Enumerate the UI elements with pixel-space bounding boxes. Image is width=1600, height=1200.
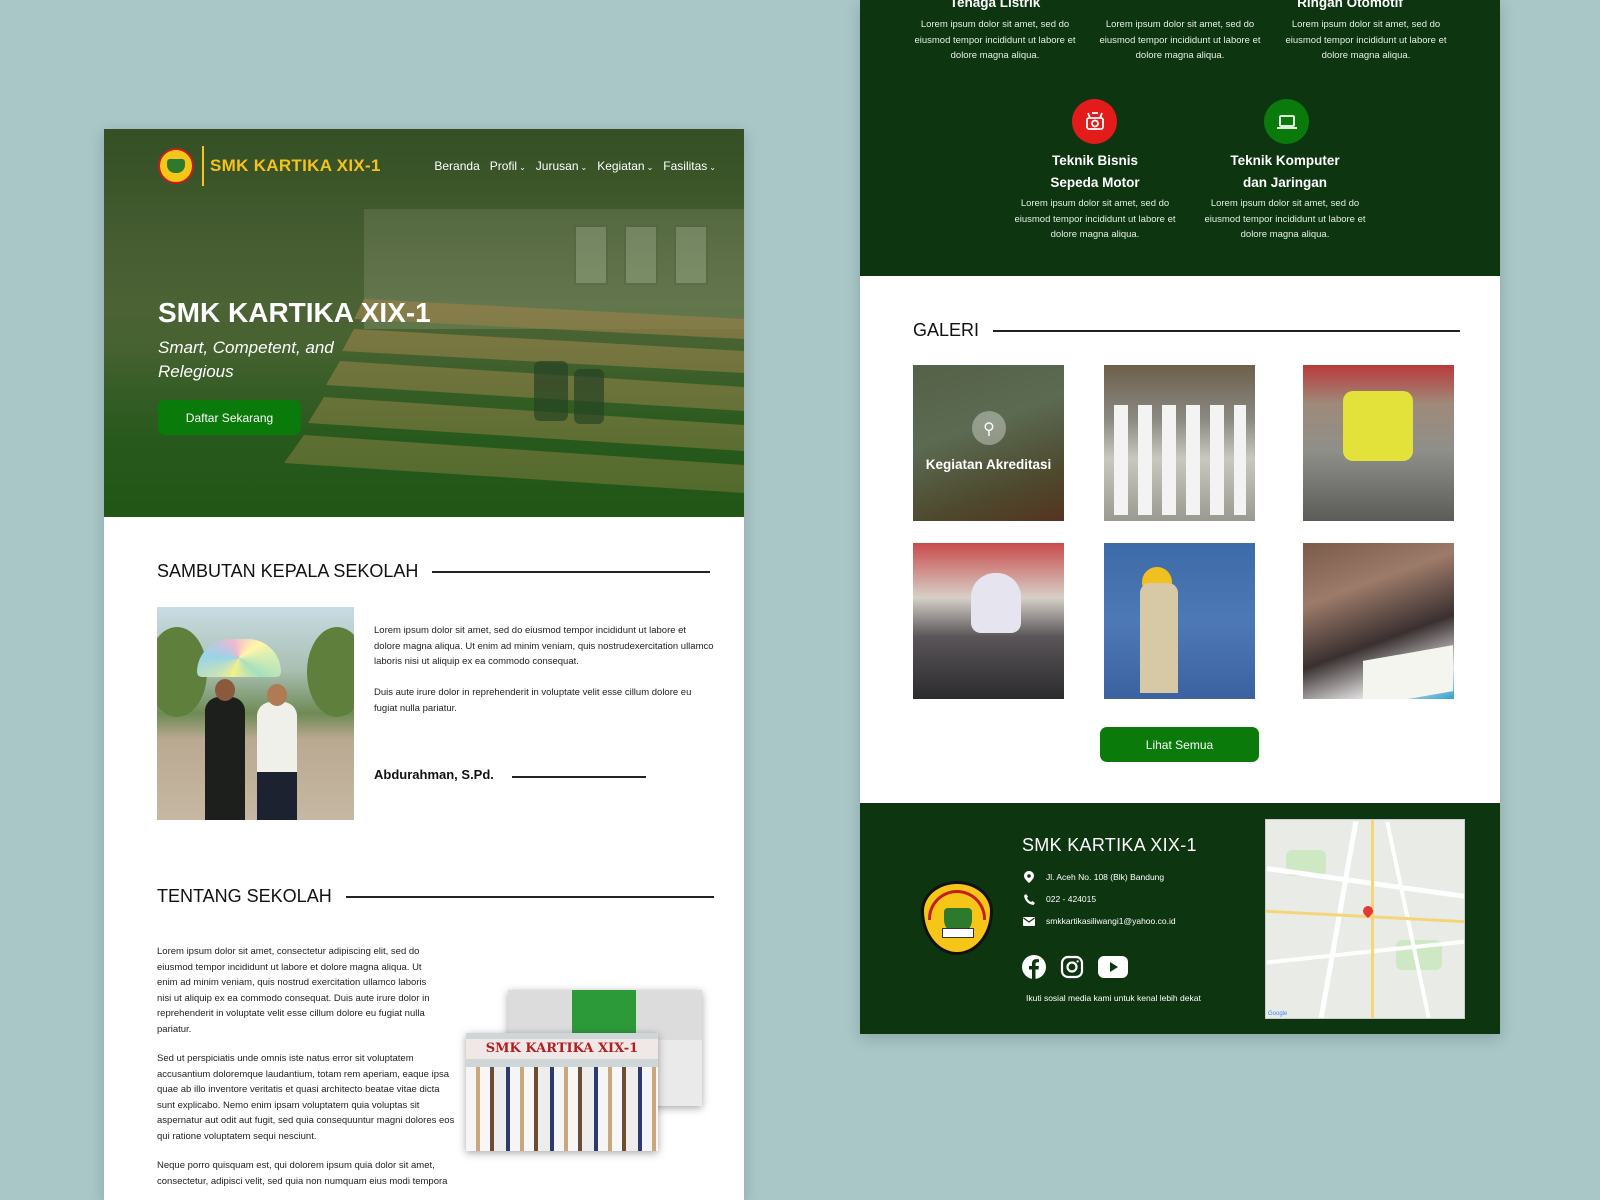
section-title: TENTANG SEKOLAH	[157, 886, 332, 906]
engine-icon	[1072, 99, 1117, 144]
social-note: Ikuti sosial media kami untuk kenal lebi…	[1026, 993, 1201, 1003]
major-description: Lorem ipsum dolor sit amet, sed do eiusm…	[1204, 198, 1366, 240]
students-group-photo: SMK KARTIKA XIX-1	[466, 1033, 658, 1151]
major-description: Lorem ipsum dolor sit amet, sed do eiusm…	[1099, 19, 1261, 61]
chevron-down-icon: ⌄	[519, 163, 526, 172]
tentang-section-header: TENTANG SEKOLAH	[157, 886, 714, 907]
tentang-paragraph: Neque porro quisquam est, qui dolorem ip…	[157, 1160, 448, 1187]
phone-icon	[1022, 892, 1036, 906]
school-logo[interactable]	[158, 148, 194, 184]
galeri-section-header: GALERI	[913, 320, 1461, 341]
divider	[432, 570, 711, 573]
search-icon[interactable]: ⚲	[972, 411, 1006, 445]
gallery-item[interactable]	[913, 543, 1064, 699]
tentang-paragraph: Lorem ipsum dolor sit amet, consectetur …	[157, 946, 430, 1035]
section-title: GALERI	[913, 320, 980, 340]
hero-banner: SMK KARTIKA XIX-1 Beranda Profil ⌄ Jurusa…	[104, 129, 744, 517]
location-map[interactable]: Google	[1265, 819, 1465, 1019]
gallery-item[interactable]	[1303, 365, 1454, 521]
nav-beranda[interactable]: Beranda	[434, 159, 479, 173]
divider	[512, 776, 646, 778]
major-title: Ringan Otomotif	[1297, 0, 1403, 10]
sambutan-paragraph: Duis aute irure dolor in reprehenderit i…	[374, 687, 692, 714]
section-title: SAMBUTAN KEPALA SEKOLAH	[157, 561, 419, 581]
photo-banner-text: SMK KARTIKA XIX-1	[466, 1039, 658, 1059]
laptop-icon	[1264, 99, 1309, 144]
register-button[interactable]: Daftar Sekarang	[158, 400, 301, 435]
address-row: Jl. Aceh No. 108 (Blk) Bandung	[1022, 870, 1164, 884]
major-description: Lorem ipsum dolor sit amet, sed do eiusm…	[1014, 198, 1176, 240]
footer: SMK KARTIKA XIX-1 Jl. Aceh No. 108 (Blk)…	[860, 803, 1500, 1034]
email-text[interactable]: smkkartikasiliwangi1@yahoo.co.id	[1046, 916, 1176, 926]
mail-icon	[1022, 914, 1036, 928]
navbar: SMK KARTIKA XIX-1 Beranda Profil ⌄ Jurusa…	[158, 145, 716, 187]
nav-profil[interactable]: Profil ⌄	[490, 159, 526, 173]
chevron-down-icon: ⌄	[709, 163, 716, 172]
brand-name[interactable]: SMK KARTIKA XIX-1	[210, 156, 381, 176]
gallery-item[interactable]	[1104, 365, 1255, 521]
view-all-button[interactable]: Lihat Semua	[1100, 727, 1259, 762]
phone-text[interactable]: 022 - 424015	[1046, 894, 1096, 904]
email-row: smkkartikasiliwangi1@yahoo.co.id	[1022, 914, 1176, 928]
school-emblem	[921, 881, 993, 955]
instagram-icon[interactable]	[1060, 955, 1084, 983]
facebook-icon[interactable]	[1022, 955, 1046, 983]
home-page: SMK KARTIKA XIX-1 Beranda Profil ⌄ Jurusa…	[104, 129, 744, 1200]
principal-photo	[157, 607, 354, 820]
major-description: Lorem ipsum dolor sit amet, sed do eiusm…	[914, 19, 1076, 61]
youtube-icon[interactable]	[1098, 956, 1128, 982]
detail-page: Tenaga Listrik Lorem ipsum dolor sit ame…	[860, 0, 1500, 1034]
sambutan-section-header: SAMBUTAN KEPALA SEKOLAH	[157, 561, 711, 582]
major-title: Tenaga Listrik	[949, 0, 1041, 10]
gallery-item[interactable]	[1104, 543, 1255, 699]
location-pin-icon	[1022, 870, 1036, 884]
major-description: Lorem ipsum dolor sit amet, sed do eiusm…	[1285, 19, 1447, 61]
jurusan-section: Tenaga Listrik Lorem ipsum dolor sit ame…	[860, 0, 1500, 276]
footer-brand: SMK KARTIKA XIX-1	[1022, 835, 1197, 855]
hero-subtitle: Smart, Competent, and Relegious	[158, 338, 334, 381]
major-title: Teknik Komputer dan Jaringan	[1230, 153, 1340, 190]
main-menu: Beranda Profil ⌄ Jurusan ⌄ Kegiatan ⌄ Fasil…	[434, 159, 716, 173]
nav-kegiatan[interactable]: Kegiatan ⌄	[597, 159, 653, 173]
gallery-item-featured[interactable]: ⚲ Kegiatan Akreditasi	[913, 365, 1064, 521]
gallery-caption: Kegiatan Akreditasi	[925, 457, 1052, 472]
tentang-paragraph: Sed ut perspiciatis unde omnis iste natu…	[157, 1053, 455, 1142]
major-title: Teknik Bisnis Sepeda Motor	[1050, 153, 1140, 190]
nav-fasilitas[interactable]: Fasilitas ⌄	[663, 159, 716, 173]
divider	[993, 329, 1461, 332]
nav-jurusan[interactable]: Jurusan ⌄	[536, 159, 587, 173]
phone-row: 022 - 424015	[1022, 892, 1096, 906]
social-links	[1022, 955, 1128, 983]
divider	[345, 895, 714, 898]
gallery-item[interactable]	[1303, 543, 1454, 699]
sambutan-paragraph: Lorem ipsum dolor sit amet, sed do eiusm…	[374, 625, 714, 667]
address-text: Jl. Aceh No. 108 (Blk) Bandung	[1046, 872, 1165, 882]
chevron-down-icon: ⌄	[580, 163, 588, 172]
hero-title: SMK KARTIKA XIX-1	[158, 297, 431, 328]
principal-name: Abdurahman, S.Pd.	[374, 767, 494, 782]
chevron-down-icon: ⌄	[646, 163, 654, 172]
